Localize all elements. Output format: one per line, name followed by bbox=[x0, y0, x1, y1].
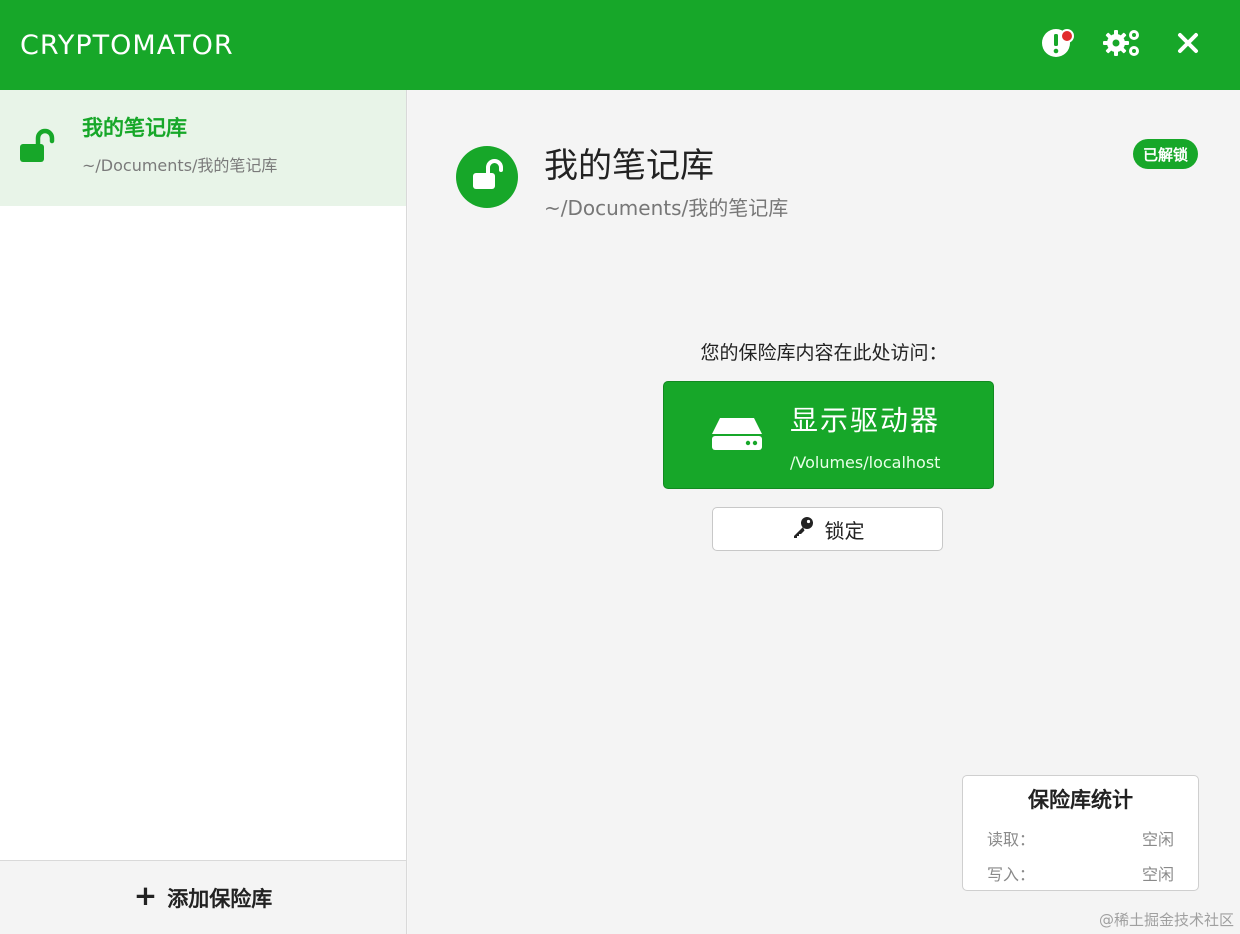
write-value: 空闲 bbox=[1141, 865, 1174, 884]
unlocked-padlock-icon bbox=[18, 128, 56, 168]
key-icon bbox=[791, 515, 815, 544]
vault-list-item[interactable]: 我的笔记库 ~/Documents/我的笔记库 bbox=[0, 90, 406, 206]
vault-stats-panel[interactable]: 保险库统计 读取： 空闲 写入： 空闲 bbox=[962, 775, 1199, 891]
close-icon bbox=[1176, 31, 1200, 59]
read-label: 读取： bbox=[987, 830, 1036, 849]
reveal-drive-text: 显示驱动器 /Volumes/localhost bbox=[790, 399, 940, 472]
reveal-drive-label: 显示驱动器 bbox=[790, 403, 941, 437]
stats-title: 保险库统计 bbox=[1028, 788, 1133, 812]
vault-item-text: 我的笔记库 ~/Documents/我的笔记库 bbox=[82, 112, 277, 176]
stats-read-row: 读取： 空闲 bbox=[987, 826, 1174, 850]
notification-button[interactable] bbox=[1036, 25, 1076, 65]
mount-path: /Volumes/localhost bbox=[790, 452, 941, 472]
plus-icon: + bbox=[133, 878, 158, 912]
status-badge: 已解锁 bbox=[1132, 139, 1198, 169]
vault-item-path: ~/Documents/我的笔记库 bbox=[82, 156, 278, 175]
access-label: 您的保险库内容在此处访问： bbox=[700, 342, 948, 364]
vault-detail-panel: 我的笔记库 ~/Documents/我的笔记库 已解锁 您的保险库内容在此处访问… bbox=[408, 90, 1240, 934]
watermark: @稀土掘金技术社区 bbox=[1098, 911, 1234, 929]
stats-write-row: 写入： 空闲 bbox=[987, 861, 1174, 885]
settings-button[interactable] bbox=[1102, 25, 1142, 65]
vault-sidebar: 我的笔记库 ~/Documents/我的笔记库 + 添加保险库 bbox=[0, 90, 407, 934]
vault-title: 我的笔记库 bbox=[544, 146, 714, 186]
vault-item-name: 我的笔记库 bbox=[82, 116, 187, 140]
reveal-drive-button[interactable]: 显示驱动器 /Volumes/localhost bbox=[663, 381, 994, 489]
notification-dot bbox=[1060, 29, 1074, 43]
vault-path: ~/Documents/我的笔记库 bbox=[544, 196, 789, 220]
title-bar: CRYPTOMATOR bbox=[0, 0, 1240, 90]
title-actions bbox=[1036, 25, 1220, 65]
lock-button[interactable]: 锁定 bbox=[712, 507, 943, 551]
unlocked-padlock-icon bbox=[469, 158, 505, 196]
add-vault-button[interactable]: + 添加保险库 bbox=[0, 860, 406, 934]
drive-icon bbox=[710, 414, 764, 456]
lock-label: 锁定 bbox=[824, 518, 865, 543]
close-button[interactable] bbox=[1168, 25, 1208, 65]
read-value: 空闲 bbox=[1141, 830, 1174, 849]
vault-status-icon bbox=[456, 146, 518, 208]
settings-icon bbox=[1102, 26, 1142, 64]
add-vault-label: 添加保险库 bbox=[167, 886, 273, 911]
app-title: CRYPTOMATOR bbox=[20, 29, 234, 61]
write-label: 写入： bbox=[987, 865, 1036, 884]
